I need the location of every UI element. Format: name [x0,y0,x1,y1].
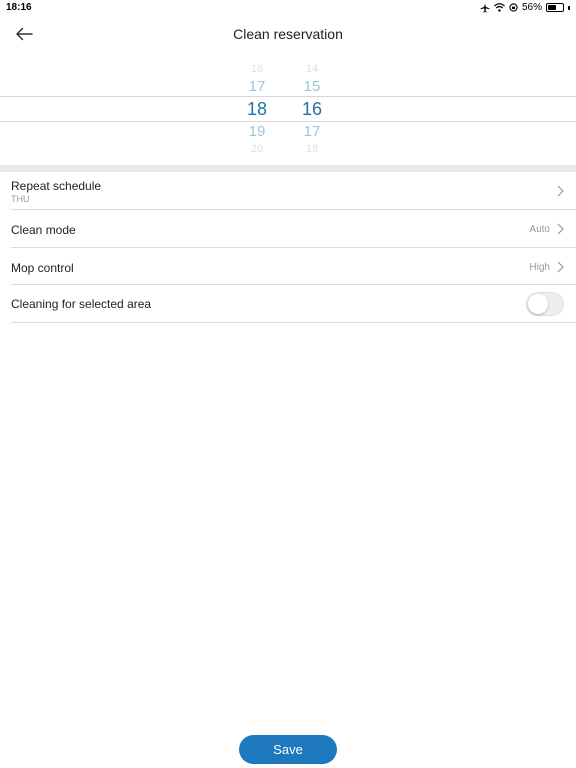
time-picker[interactable]: 16 17 18 19 20 14 15 16 17 18 [0,60,576,156]
nav-bar: Clean reservation [0,18,576,50]
page-title: Clean reservation [233,26,343,42]
status-icons: 56% [480,2,570,13]
hour-option[interactable]: 17 [237,78,277,95]
minute-option[interactable]: 14 [292,63,332,75]
repeat-schedule-label: Repeat schedule [11,179,102,193]
save-button[interactable]: Save [239,735,337,764]
selected-area-label: Cleaning for selected area [11,297,152,311]
minute-option[interactable]: 18 [292,143,332,155]
section-divider [0,165,576,172]
picker-selection-top-line [0,96,576,97]
minute-option[interactable]: 17 [292,123,332,140]
selected-minute[interactable]: 16 [292,99,332,120]
minute-option[interactable]: 15 [292,78,332,95]
selected-area-toggle[interactable] [526,292,564,316]
selected-area-row: Cleaning for selected area [11,285,576,323]
clean-mode-row[interactable]: Clean mode Auto [11,210,576,248]
hour-wheel[interactable]: 16 17 18 19 20 [237,60,277,156]
repeat-schedule-row[interactable]: Repeat schedule THU [11,172,576,210]
wifi-icon [494,3,505,12]
hour-option[interactable]: 16 [237,63,277,75]
chevron-right-icon [557,223,564,235]
mop-control-row[interactable]: Mop control High [11,248,576,285]
battery-icon [546,3,564,12]
orientation-lock-icon [509,3,518,12]
status-time: 18:16 [6,2,32,13]
battery-fill [548,5,556,10]
selected-hour[interactable]: 18 [237,99,277,120]
airplane-icon [480,3,490,12]
chevron-right-icon [557,261,564,273]
clean-mode-value: Auto [529,224,550,235]
mop-control-label: Mop control [11,261,74,275]
minute-wheel[interactable]: 14 15 16 17 18 [292,60,332,156]
battery-cap [568,5,570,10]
hour-option[interactable]: 20 [237,143,277,155]
repeat-schedule-value: THU [11,194,30,204]
hour-option[interactable]: 19 [237,123,277,140]
chevron-right-icon [557,185,564,197]
status-bar: 18:16 56% [0,0,576,16]
clean-mode-label: Clean mode [11,223,76,237]
picker-selection-bottom-line [0,121,576,122]
mop-control-value: High [529,262,550,273]
battery-percent: 56% [521,2,542,13]
toggle-knob [528,294,548,314]
